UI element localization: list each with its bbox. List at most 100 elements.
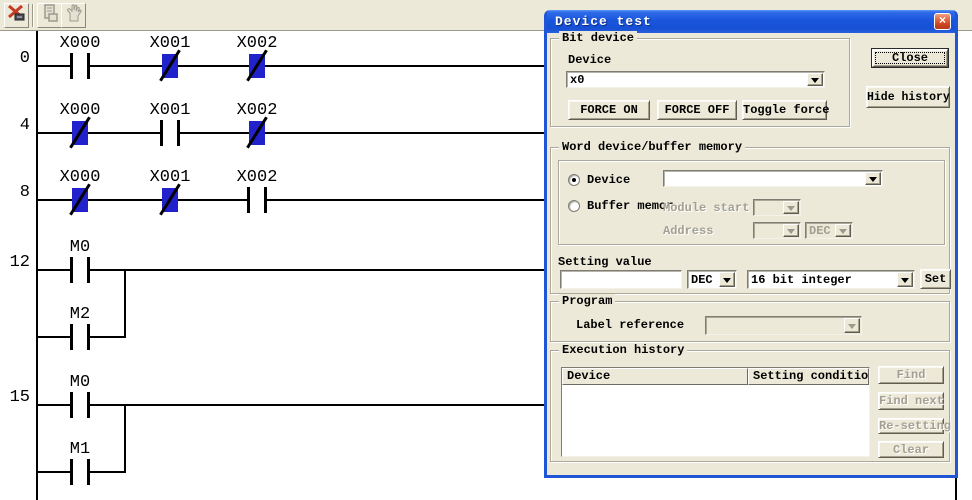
toolbar-separator [32,4,34,27]
device-test-stop-icon [7,3,27,28]
bit-device-group-label: Bit device [559,31,637,46]
contact-open[interactable] [70,392,73,418]
left-power-rail [36,31,38,500]
contact-open[interactable] [87,459,90,485]
device-radio[interactable] [568,174,580,186]
chevron-down-icon[interactable] [719,272,735,287]
find-next-button[interactable]: Find next [878,392,944,410]
contact-gap [73,63,87,69]
contact-label: X001 [138,169,202,186]
chevron-down-icon [783,224,799,237]
chevron-down-icon[interactable] [807,73,823,86]
setting-format-combo[interactable]: DEC [687,270,737,289]
dialog-title: Device test [547,14,652,29]
contact-label: X002 [225,169,289,186]
column-header-setting-condition[interactable]: Setting condition [748,368,869,385]
close-button[interactable]: Close [872,49,948,67]
contact-gap [73,334,87,340]
setting-format-value: DEC [691,273,719,287]
find-button[interactable]: Find [878,366,944,384]
contact-open[interactable] [70,459,73,485]
pan-button[interactable] [61,3,86,28]
contact-label: X002 [225,35,289,52]
contact-open[interactable] [87,392,90,418]
bit-device-combo[interactable]: x0 [566,71,825,88]
force-off-button[interactable]: FORCE OFF [657,100,737,120]
contact-label: X000 [48,169,112,186]
chevron-down-icon [844,318,860,333]
contact-open[interactable] [70,53,73,79]
branch-junction-line [124,270,126,338]
module-start-label: Module start [663,201,749,215]
device-test-stop-button[interactable] [4,3,29,28]
contact-gap [163,130,177,136]
label-reference-label: Label reference [576,318,684,332]
contact-gap [73,267,87,273]
application-window: 0 X000 X001 X002 4 X000 X001 X002 8 X000 X001 X002 1… [0,0,972,500]
branch-junction-line [124,405,126,473]
setting-value-input[interactable] [560,270,682,289]
rung-number: 4 [2,117,30,134]
contact-label: M0 [48,374,112,391]
clear-button[interactable]: Clear [878,441,944,458]
contact-label: X001 [138,35,202,52]
buffer-memory-radio-label: Buffer memor [587,199,673,213]
rung-number: 12 [2,254,30,271]
word-device-combo[interactable] [663,170,883,187]
contact-open[interactable] [177,120,180,146]
device-radio-label: Device [587,173,630,187]
address-format-combo: DEC [805,222,853,239]
device-test-dialog: Device test × Bit device Device x0 FORCE… [544,10,958,478]
contact-gap [73,469,87,475]
contact-label: X000 [48,102,112,119]
contact-label: X002 [225,102,289,119]
close-icon[interactable]: × [934,13,951,30]
force-on-button[interactable]: FORCE ON [568,100,650,120]
hand-icon [64,3,84,28]
hide-history-button[interactable]: Hide history [866,86,950,108]
module-start-combo [753,199,801,216]
resetting-button[interactable]: Re-setting [878,418,944,434]
contact-open[interactable] [247,187,250,213]
column-header-device[interactable]: Device [562,368,748,385]
word-device-combo-value [667,172,865,185]
chevron-down-icon[interactable] [865,172,881,185]
contact-label: X001 [138,102,202,119]
execution-history-table[interactable]: Device Setting condition [561,367,870,457]
dialog-titlebar[interactable]: Device test × [547,10,955,33]
address-label: Address [663,224,713,238]
word-device-group-label: Word device/buffer memory [559,140,745,155]
contact-open[interactable] [160,120,163,146]
contact-gap [73,402,87,408]
toggle-force-button[interactable]: Toggle force [742,100,827,120]
set-button[interactable]: Set [920,269,951,289]
program-group-label: Program [559,294,615,309]
buffer-memory-radio[interactable] [568,200,580,212]
monitor-document-button[interactable] [37,3,62,28]
contact-label: M1 [48,441,112,458]
contact-gap [250,197,264,203]
contact-open[interactable] [87,324,90,350]
contact-label: X000 [48,35,112,52]
rung-number: 0 [2,50,30,67]
bit-device-device-label: Device [568,53,611,67]
chevron-down-icon [835,224,851,237]
address-combo [753,222,801,239]
rung-number: 15 [2,389,30,406]
execution-history-group-label: Execution history [559,343,687,358]
dialog-client-area: Bit device Device x0 FORCE ON FORCE OFF … [547,33,955,472]
contact-open[interactable] [70,324,73,350]
bit-device-combo-value: x0 [570,73,807,86]
address-format-value: DEC [809,224,835,237]
chevron-down-icon[interactable] [897,272,913,287]
setting-type-combo[interactable]: 16 bit integer [747,270,915,289]
document-disk-icon [40,3,60,28]
rung-number: 8 [2,184,30,201]
contact-label: M0 [48,239,112,256]
contact-open[interactable] [87,53,90,79]
contact-open[interactable] [70,257,73,283]
contact-open[interactable] [87,257,90,283]
label-reference-combo [705,316,862,335]
setting-value-label: Setting value [558,255,652,269]
contact-open[interactable] [264,187,267,213]
